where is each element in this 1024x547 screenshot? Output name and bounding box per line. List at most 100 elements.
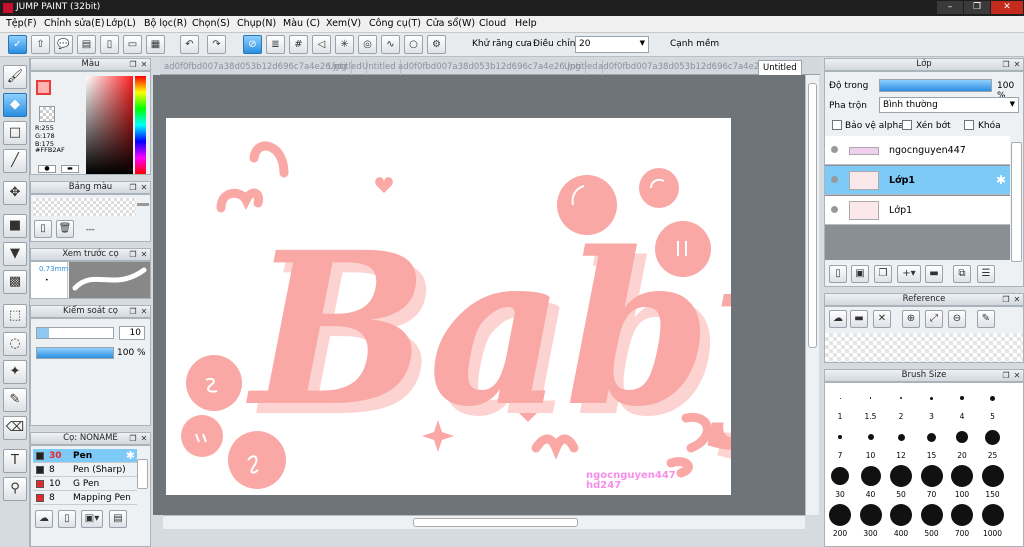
brush-type-icon[interactable]: ▣▾ (81, 510, 103, 528)
select-rect-tool-icon[interactable]: ⬚ (3, 304, 27, 328)
hue-slider[interactable] (135, 76, 146, 174)
color-toggle-button[interactable]: ● (38, 165, 56, 173)
brush-size-dot[interactable] (960, 396, 964, 400)
visibility-icon[interactable] (831, 146, 838, 153)
blend-mode-select[interactable]: Bình thường ▼ (879, 97, 1019, 113)
brush-size-dot[interactable] (920, 504, 943, 526)
tab-document[interactable]: ad0f0fbd007a38d053b12d696c7a4e26.jpg (160, 60, 352, 75)
float-icon[interactable]: ❐ (1001, 59, 1011, 70)
line-tool-icon[interactable]: ╱ (3, 149, 27, 173)
brush-size-dot[interactable] (860, 466, 881, 486)
new-layer-icon[interactable]: ▯ (829, 265, 847, 283)
brush-size-dot[interactable] (890, 465, 912, 487)
check-icon[interactable]: ✓ (8, 35, 27, 54)
grid-ruler-icon[interactable]: # (289, 35, 308, 54)
brush-size-dot[interactable] (920, 465, 943, 487)
menu-select[interactable]: Chọn(S) (192, 18, 230, 29)
menu-layer[interactable]: Lớp(L) (106, 18, 136, 29)
merge-layer-icon[interactable]: ⧉ (953, 265, 971, 283)
close-icon[interactable]: ✕ (1012, 294, 1022, 305)
lasso-tool-icon[interactable]: ◌ (3, 332, 27, 356)
layer-menu-icon[interactable]: ☰ (977, 265, 995, 283)
rectangle-tool-icon[interactable]: □ (3, 121, 27, 145)
brush-size-dot[interactable] (859, 504, 882, 526)
brush-row[interactable]: 10 G Pen (33, 477, 137, 491)
menu-view[interactable]: Xem(V) (326, 18, 361, 29)
tab-untitled-active[interactable]: Untitled (758, 60, 802, 75)
text-tool-icon[interactable]: T (3, 449, 27, 473)
speech-bubble-icon[interactable]: 💬 (54, 35, 73, 54)
float-icon[interactable]: ❐ (128, 182, 138, 193)
close-icon[interactable]: ✕ (139, 182, 149, 193)
eraser-tool-icon[interactable]: ◆ (3, 93, 27, 117)
brush-row[interactable]: 8 Pen (Sharp) (33, 463, 137, 477)
menu-file[interactable]: Tệp(F) (6, 18, 37, 29)
secondary-color-swatch[interactable] (39, 106, 55, 122)
select-pen-tool-icon[interactable]: ✎ (3, 388, 27, 412)
ruler-settings-icon[interactable]: ⚙ (427, 35, 446, 54)
folder-icon[interactable]: ▬ (925, 265, 943, 283)
delete-swatch-icon[interactable]: 🗑 (56, 220, 74, 238)
comment-icon[interactable]: ▤ (77, 35, 96, 54)
float-icon[interactable]: ❐ (128, 433, 138, 444)
float-icon[interactable]: ❐ (1001, 370, 1011, 381)
close-icon[interactable]: ✕ (139, 433, 149, 444)
move-tool-icon[interactable]: ✥ (3, 181, 27, 205)
eyedropper-tool-icon[interactable]: ⚲ (3, 477, 27, 501)
cloud-upload-icon[interactable]: ☁ (35, 510, 53, 528)
brush-size-dot[interactable] (838, 435, 842, 439)
menu-filter[interactable]: Bộ lọc(R) (144, 18, 187, 29)
layer-opacity-slider[interactable] (879, 79, 992, 92)
concentric-ruler-icon[interactable]: ◎ (358, 35, 377, 54)
brush-tool-icon[interactable]: 🖌 (3, 65, 27, 89)
brush-row[interactable]: 8 Mapping Pen (33, 491, 137, 505)
size-input[interactable]: 10 (119, 326, 145, 340)
float-icon[interactable]: ❐ (128, 249, 138, 260)
no-ruler-icon[interactable]: ⊘ (243, 35, 262, 54)
close-icon[interactable]: ✕ (1012, 59, 1022, 70)
saturation-field[interactable] (86, 76, 133, 174)
brush-size-dot[interactable] (981, 504, 1004, 526)
horizontal-scroll-thumb[interactable] (413, 518, 578, 527)
vertical-scrollbar[interactable] (805, 75, 819, 515)
redo-icon[interactable]: ↷ (207, 35, 226, 54)
brush-size-dot[interactable] (927, 432, 936, 442)
tab-document[interactable]: ad0f0fbd007a38d053b12d696c7a4e26.jpg (394, 60, 586, 75)
brush-settings-icon[interactable]: ▤ (109, 510, 127, 528)
brush-size-dot[interactable] (831, 467, 849, 485)
menu-help[interactable]: Help (515, 18, 537, 29)
fit-icon[interactable]: ⤢ (925, 310, 943, 328)
close-icon[interactable]: ✕ (139, 249, 149, 260)
visibility-icon[interactable] (831, 176, 838, 183)
menu-window[interactable]: Cửa sổ(W) (426, 18, 475, 29)
opacity-slider[interactable] (36, 347, 114, 359)
select-eraser-tool-icon[interactable]: ⌫ (3, 416, 27, 440)
ellipse-ruler-icon[interactable]: ○ (404, 35, 423, 54)
export-icon[interactable]: ⇧ (31, 35, 50, 54)
brush-row-selected[interactable]: 30 Pen ✱ (33, 449, 137, 463)
close-button[interactable]: ✕ (991, 1, 1023, 14)
brush-size-dot[interactable] (869, 397, 872, 399)
gear-icon[interactable]: ✱ (996, 173, 1006, 187)
visibility-icon[interactable] (831, 206, 838, 213)
menu-color[interactable]: Màu (C) (283, 18, 320, 29)
size-slider[interactable] (36, 327, 114, 339)
add-layer-menu-icon[interactable]: +▾ (897, 265, 921, 283)
curve-ruler-icon[interactable]: ∿ (381, 35, 400, 54)
brush-list-scrollbar[interactable] (137, 459, 148, 489)
float-icon[interactable]: ❐ (1001, 294, 1011, 305)
layer-scrollbar[interactable] (1011, 142, 1022, 262)
palette-swatches[interactable] (33, 198, 136, 216)
menu-cloud[interactable]: Cloud (479, 18, 506, 29)
tab-document[interactable]: ad0f0fbd007a38d053b12d696c7a4e26.jpg (594, 60, 786, 75)
close-icon[interactable]: ✕ (1012, 370, 1022, 381)
menu-capture[interactable]: Chụp(N) (237, 18, 276, 29)
palette-scrollbar[interactable] (137, 203, 149, 206)
grid-icon[interactable]: ▦ (146, 35, 165, 54)
close-reference-icon[interactable]: ✕ (873, 310, 891, 328)
gradient-tool-icon[interactable]: ▩ (3, 270, 27, 294)
brush-size-dot[interactable] (897, 433, 905, 441)
open-folder-icon[interactable]: ▬ (850, 310, 868, 328)
brush-size-dot[interactable] (951, 465, 973, 487)
clip-checkbox[interactable] (902, 120, 912, 130)
